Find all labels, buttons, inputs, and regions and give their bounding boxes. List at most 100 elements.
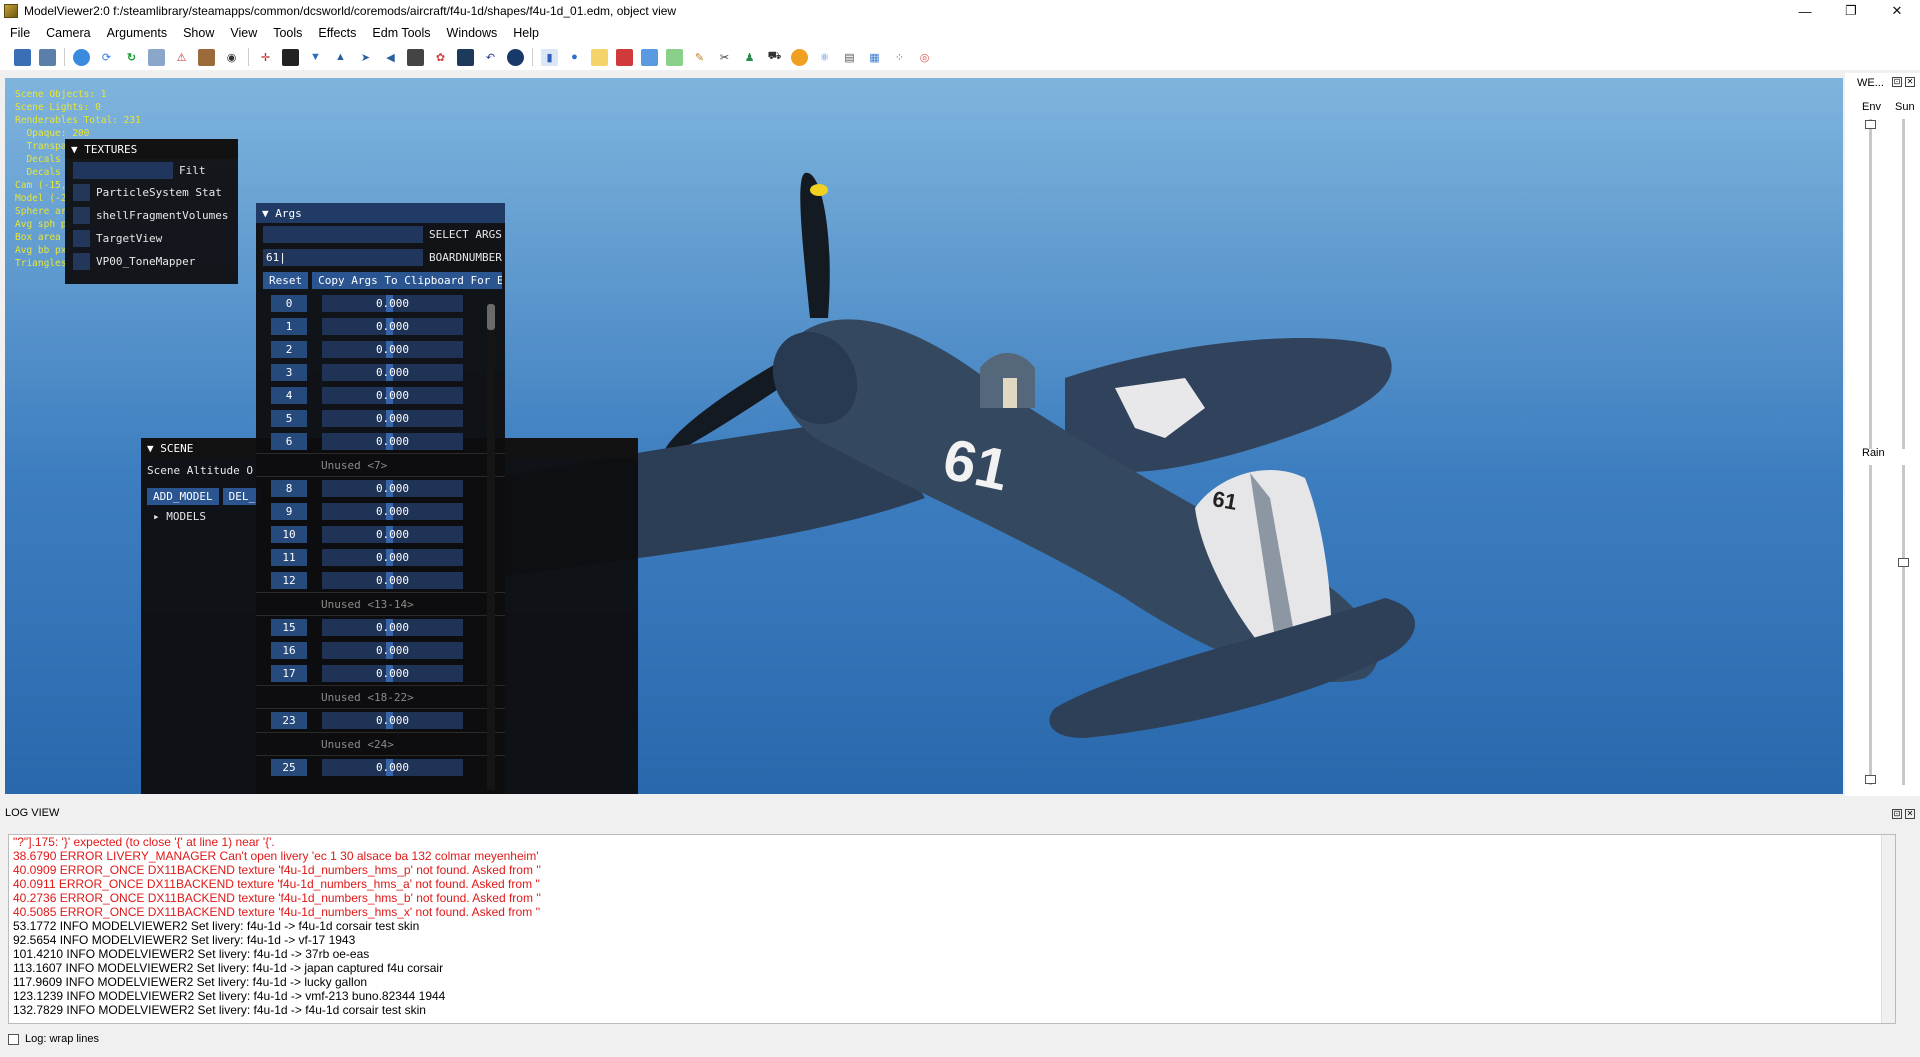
arg-value-slider[interactable]: 0.000 [322,387,463,404]
texture-checkbox[interactable] [73,184,90,201]
arg-value-slider[interactable]: 0.000 [322,526,463,543]
minimize-button[interactable]: — [1782,0,1828,22]
add-model-button[interactable]: ADD_MODEL [147,488,219,505]
arrow-icon[interactable]: ➤ [357,49,374,66]
menu-tools[interactable]: Tools [265,26,310,40]
arg-index-button[interactable]: 23 [271,712,307,729]
arg-index-button[interactable]: 17 [271,665,307,682]
close-button[interactable]: ✕ [1874,0,1920,22]
sun-slider-lower-track[interactable] [1902,465,1905,785]
save-icon[interactable] [14,48,31,66]
atom-icon[interactable]: ⚛ [816,49,833,66]
close-icon[interactable]: ✕ [1905,809,1915,819]
cube-red-icon[interactable] [616,48,633,66]
export-icon[interactable] [39,48,56,66]
reload-icon[interactable]: ↻ [123,49,140,66]
boardnumber-input[interactable]: 61| [263,249,423,266]
target-icon[interactable]: ◎ [916,49,933,66]
arg-index-button[interactable]: 15 [271,619,307,636]
arg-value-slider[interactable]: 0.000 [322,759,463,776]
arg-value-slider[interactable]: 0.000 [322,619,463,636]
arg-index-button[interactable]: 8 [271,480,307,497]
pdf-icon[interactable]: ⚠ [173,49,190,66]
copy-args-button[interactable]: Copy Args To Clipboard For E [312,272,503,289]
menu-view[interactable]: View [222,26,265,40]
args-panel-header[interactable]: ▼ Args [256,203,505,223]
env-slider-knob[interactable] [1865,120,1876,129]
arg-value-slider[interactable]: 0.000 [322,503,463,520]
sun-slider-track[interactable] [1902,119,1905,449]
log-scrollbar[interactable] [1881,835,1895,1023]
textures-panel[interactable]: ▼ TEXTURES Filt ParticleSystem Stat shel… [65,139,238,284]
arg-index-button[interactable]: 2 [271,341,307,358]
wrap-lines-checkbox[interactable] [8,1033,19,1045]
palette-icon[interactable]: ✿ [432,49,449,66]
menu-file[interactable]: File [2,26,38,40]
cone-icon[interactable]: ▲ [332,49,349,66]
sphere-icon[interactable] [73,48,90,66]
dots-icon[interactable]: ⁘ [891,49,908,66]
menu-help[interactable]: Help [505,26,547,40]
box-icon[interactable] [198,48,215,66]
table-icon[interactable]: ▦ [866,49,883,66]
menu-edm-tools[interactable]: Edm Tools [364,26,438,40]
rain-slider-knob[interactable] [1865,775,1876,784]
image-icon[interactable] [148,48,165,66]
folder-icon[interactable] [591,48,608,66]
undock-icon[interactable]: ⊡ [1892,809,1902,819]
sun-icon[interactable] [791,48,808,66]
arg-value-slider[interactable]: 0.000 [322,318,463,335]
args-scrollbar[interactable] [487,300,495,790]
arg-index-button[interactable]: 9 [271,503,307,520]
arg-value-slider[interactable]: 0.000 [322,433,463,450]
texture-checkbox[interactable] [73,253,90,270]
arg-index-button[interactable]: 16 [271,642,307,659]
rain-slider-track[interactable] [1869,465,1872,785]
tool-icon[interactable]: ✂ [716,49,733,66]
maximize-button[interactable]: ❐ [1828,0,1874,22]
arg-value-slider[interactable]: 0.000 [322,480,463,497]
arg-value-slider[interactable]: 0.000 [322,549,463,566]
arg-value-slider[interactable]: 0.000 [322,295,463,312]
arg-index-button[interactable]: 5 [271,410,307,427]
textures-panel-header[interactable]: ▼ TEXTURES [65,139,238,159]
arg-value-slider[interactable]: 0.000 [322,712,463,729]
arg-index-button[interactable]: 0 [271,295,307,312]
undock-icon[interactable]: ⊡ [1892,77,1902,87]
monitor-icon[interactable] [457,48,474,66]
arg-value-slider[interactable]: 0.000 [322,341,463,358]
arg-value-slider[interactable]: 0.000 [322,665,463,682]
reset-args-button[interactable]: Reset [263,272,309,289]
chart-icon[interactable]: ▮ [541,48,558,66]
args-panel[interactable]: ▼ Args SELECT ARGS 61| BOARDNUMBER Reset… [256,203,505,794]
menu-windows[interactable]: Windows [439,26,506,40]
arg-index-button[interactable]: 10 [271,526,307,543]
menu-camera[interactable]: Camera [38,26,98,40]
arg-value-slider[interactable]: 0.000 [322,410,463,427]
arg-index-button[interactable]: 6 [271,433,307,450]
refresh-icon[interactable]: ⟳ [98,49,115,66]
crosshair-icon[interactable]: ✛ [257,49,274,66]
camera-icon[interactable]: ◉ [223,49,240,66]
speaker-icon[interactable]: ◀ [382,49,399,66]
arg-index-button[interactable]: 4 [271,387,307,404]
select-args-input[interactable] [263,226,423,243]
arg-index-button[interactable]: 12 [271,572,307,589]
film-icon[interactable] [407,48,424,66]
arg-index-button[interactable]: 1 [271,318,307,335]
cube-blue-icon[interactable]: ● [566,49,583,66]
args-scrollbar-thumb[interactable] [487,304,495,330]
menu-arguments[interactable]: Arguments [99,26,175,40]
texture-filter-input[interactable] [73,161,173,179]
arg-index-button[interactable]: 3 [271,364,307,381]
arg-value-slider[interactable]: 0.000 [322,642,463,659]
page-icon[interactable]: ▤ [841,49,858,66]
person-icon[interactable]: ♟ [741,49,758,66]
box-green-icon[interactable] [666,48,683,66]
sun-slider-knob[interactable] [1898,558,1909,567]
arg-value-slider[interactable]: 0.000 [322,572,463,589]
menu-effects[interactable]: Effects [310,26,364,40]
wrap-lines-toggle[interactable]: Log: wrap lines [8,1033,99,1045]
light-icon[interactable]: ▼ [307,49,324,66]
undo-icon[interactable]: ↶ [482,49,499,66]
